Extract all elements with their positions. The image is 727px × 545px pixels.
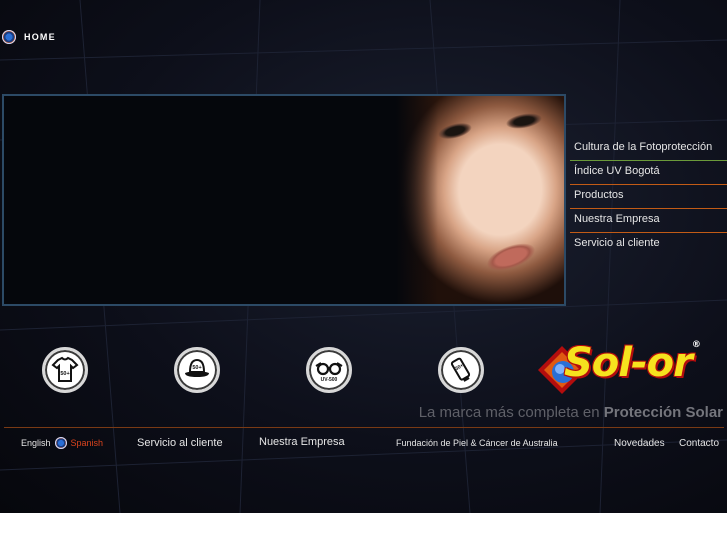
solor-brand-logo[interactable]: Sol-or®	[536, 338, 726, 398]
hero-model-photo	[396, 96, 564, 304]
svg-text:50+: 50+	[192, 365, 201, 371]
tshirt-50-badge[interactable]: 50+	[42, 347, 88, 393]
registered-mark: ®	[691, 340, 701, 350]
footer-link-fundacion[interactable]: Fundación de Piel & Cáncer de Australia	[396, 438, 558, 448]
sunscreen-30-icon: 30+	[450, 357, 471, 382]
footer-link-nuestra-empresa[interactable]: Nuestra Empresa	[259, 436, 345, 448]
footer-link-contacto[interactable]: Contacto	[679, 438, 719, 449]
brand-tagline: La marca más completa en Protección Sola…	[419, 404, 723, 421]
footer-link-servicio-cliente[interactable]: Servicio al cliente	[137, 437, 223, 449]
sunglasses-uv500-badge[interactable]: UV-500	[306, 347, 352, 393]
lang-english-link[interactable]: English	[21, 438, 51, 448]
footer-divider	[4, 427, 724, 428]
menu-item-productos[interactable]: Productos	[570, 185, 727, 209]
menu-item-nuestra-empresa[interactable]: Nuestra Empresa	[570, 209, 727, 233]
solor-logo-icon	[2, 30, 16, 44]
menu-item-indice-uv[interactable]: Índice UV Bogotá	[570, 161, 727, 185]
hat-50-badge[interactable]: 50+	[174, 347, 220, 393]
language-globe-icon	[54, 437, 67, 449]
svg-text:50+: 50+	[60, 371, 69, 377]
menu-item-fotoproteccion[interactable]: Cultura de la Fotoprotección	[570, 137, 727, 161]
page-background: HOME Cultura de la Fotoprotección Índice…	[0, 0, 727, 513]
svg-text:UV-500: UV-500	[321, 377, 338, 383]
home-link[interactable]: HOME	[2, 30, 56, 44]
brand-wordmark: Sol-or®	[564, 340, 701, 386]
hat-50-icon: 50+	[185, 358, 209, 377]
tagline-strong: Protección Solar	[603, 404, 723, 421]
side-menu: Cultura de la Fotoprotección Índice UV B…	[570, 137, 727, 257]
sunglasses-uv500-icon: UV-500	[315, 362, 343, 383]
lang-spanish-link[interactable]: Spanish	[71, 438, 104, 448]
language-switcher: English Spanish	[21, 437, 103, 449]
menu-item-servicio-cliente[interactable]: Servicio al cliente	[570, 233, 727, 257]
hero-banner	[2, 94, 566, 306]
footer-link-novedades[interactable]: Novedades	[614, 438, 665, 449]
tagline-prefix: La marca más completa en	[418, 404, 600, 421]
sunscreen-30-badge[interactable]: 30+	[438, 347, 484, 393]
tshirt-50-icon: 50+	[51, 356, 79, 382]
home-label: HOME	[24, 32, 56, 42]
